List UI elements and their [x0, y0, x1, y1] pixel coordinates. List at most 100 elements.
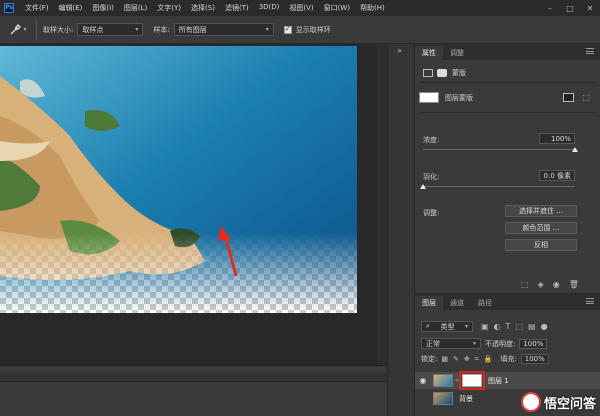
apply-mask-icon[interactable]: ◈	[538, 280, 544, 289]
tab-channels[interactable]: 通道	[443, 296, 471, 310]
feather-slider-thumb[interactable]	[420, 184, 426, 189]
status-bar	[0, 365, 387, 373]
chevron-down-icon: ▾	[135, 26, 139, 33]
tab-paths[interactable]: 路径	[471, 296, 499, 310]
feather-slider-track[interactable]	[423, 186, 575, 187]
load-selection-icon[interactable]: ⬚	[521, 280, 529, 289]
properties-tabs: 属性 调整	[415, 44, 600, 60]
layer-filter-select[interactable]: ⌕ 类型 ▾	[421, 321, 473, 332]
blend-mode-value: 正常	[426, 339, 440, 348]
menu-item[interactable]: 滤镜(T)	[220, 3, 254, 13]
layer-mask-label: 图层蒙版	[445, 93, 473, 102]
lock-all-icon[interactable]: 🔒	[484, 355, 493, 364]
filter-toggle-icon[interactable]: ●	[541, 322, 548, 331]
density-slider-thumb[interactable]	[572, 147, 578, 152]
sample-size-select[interactable]: 取样点 ▾	[77, 23, 144, 36]
sample-size-label: 取样大小:	[43, 25, 74, 34]
filter-pixel-icon[interactable]: ▣	[481, 322, 489, 331]
layer-name: 背景	[459, 394, 473, 403]
add-vector-mask-icon[interactable]: ⬚	[582, 93, 590, 102]
mask-thumbnail[interactable]	[419, 92, 439, 103]
eye-icon[interactable]: ◉	[417, 376, 429, 385]
window-controls: – □ ✕	[540, 0, 600, 16]
eyedropper-tool-icon[interactable]: ▾	[6, 20, 30, 40]
filter-shape-icon[interactable]: ⬚	[515, 322, 523, 331]
menu-item[interactable]: 帮助(H)	[355, 3, 390, 13]
lock-label: 锁定:	[421, 355, 438, 363]
bottom-panel	[0, 381, 387, 416]
menu-item[interactable]: 文字(Y)	[152, 3, 186, 13]
menu-item[interactable]: 文件(F)	[20, 3, 54, 13]
lock-position-icon[interactable]: ✥	[464, 355, 470, 364]
tab-adjustments[interactable]: 调整	[443, 46, 471, 60]
panel-menu-icon[interactable]	[586, 48, 594, 54]
show-ring-checkbox[interactable]: ✓	[283, 25, 292, 34]
mask-title: 蒙版	[452, 69, 466, 77]
minimize-button[interactable]: –	[540, 0, 560, 16]
fill-field[interactable]: 100%	[520, 354, 549, 364]
vertical-scrollbar[interactable]	[377, 44, 387, 374]
chevron-down-icon: ▾	[472, 340, 476, 347]
pixel-mask-icon[interactable]	[423, 69, 433, 77]
maximize-button[interactable]: □	[560, 0, 580, 16]
sample-size-value: 取样点	[82, 25, 104, 34]
blend-mode-select[interactable]: 正常 ▾	[421, 338, 481, 349]
tab-layers[interactable]: 图层	[415, 296, 443, 310]
properties-panel: 属性 调整 蒙版 图层蒙版 ⬚ 浓度: 100% 羽化: 0.0 像素 调整: …	[415, 44, 600, 292]
filter-type-icon[interactable]: T	[506, 322, 511, 331]
filter-smart-icon[interactable]: ▤	[528, 322, 536, 331]
menu-item[interactable]: 3D(D)	[254, 3, 285, 13]
layer-thumbnail	[433, 392, 453, 405]
close-button[interactable]: ✕	[580, 0, 600, 16]
menu-item[interactable]: 视图(V)	[284, 3, 318, 13]
show-ring-label: 显示取样环	[295, 25, 331, 34]
layer-thumbnail	[433, 374, 453, 387]
search-icon: ⌕	[426, 322, 430, 330]
density-field[interactable]: 100%	[539, 133, 575, 144]
menu-item[interactable]: 选择(S)	[186, 3, 220, 13]
sample-value: 所有图层	[178, 25, 207, 34]
opacity-label: 不透明度:	[485, 339, 516, 348]
layer-row[interactable]: ◉ ∞ 图层 1	[415, 371, 600, 390]
collapse-panels-icon[interactable]: »	[397, 46, 402, 55]
density-label: 浓度:	[423, 136, 440, 144]
document-image[interactable]	[0, 46, 357, 313]
lock-transparent-icon[interactable]: ▦	[441, 355, 448, 364]
link-icon: ∞	[455, 377, 460, 384]
watermark: 悟空问答	[520, 392, 596, 412]
chevron-down-icon: ▾	[265, 26, 269, 33]
layers-tabs: 图层 通道 路径	[415, 294, 600, 310]
menu-item[interactable]: 图层(L)	[119, 3, 152, 13]
tab-properties[interactable]: 属性	[415, 46, 443, 60]
layer-filter-value: 类型	[440, 322, 455, 331]
panel-menu-icon[interactable]	[586, 298, 594, 304]
lock-image-icon[interactable]: ✎	[453, 355, 459, 364]
watermark-text: 悟空问答	[543, 396, 596, 412]
lock-artboard-icon[interactable]: ⌗	[475, 355, 479, 364]
vector-mask-icon[interactable]	[437, 69, 447, 77]
menu-item[interactable]: 编辑(E)	[54, 3, 88, 13]
select-and-mask-button[interactable]: 选择并遮住 ...	[505, 205, 577, 217]
invert-button[interactable]: 反相	[505, 239, 577, 251]
density-slider-track[interactable]	[423, 149, 575, 150]
adjust-label: 调整:	[423, 209, 440, 217]
layer-name: 图层 1	[488, 376, 509, 385]
sample-select[interactable]: 所有图层 ▾	[173, 23, 274, 36]
menu-list: 文件(F) 编辑(E) 图像(I) 图层(L) 文字(Y) 选择(S) 滤镜(T) 3D(D)…	[20, 3, 390, 13]
checkmark-icon: ✓	[284, 25, 291, 33]
menu-item[interactable]: 图像(I)	[87, 3, 119, 13]
options-bar: ▾ 取样大小: 取样点 ▾ 样本: 所有图层 ▾ ✓ 显示取样环	[0, 16, 600, 44]
filter-adjustment-icon[interactable]: ◐	[494, 322, 501, 331]
delete-mask-icon[interactable]: 🗑	[569, 280, 579, 289]
separator	[36, 19, 37, 40]
opacity-field[interactable]: 100%	[519, 338, 548, 349]
feather-field[interactable]: 0.0 像素	[539, 170, 575, 181]
horizontal-scrollbar[interactable]	[0, 373, 387, 381]
color-range-button[interactable]: 颜色范围 ...	[505, 222, 577, 234]
menu-item[interactable]: 窗口(W)	[319, 3, 355, 13]
select-mask-icon[interactable]	[563, 93, 574, 102]
menu-bar: Ps 文件(F) 编辑(E) 图像(I) 图层(L) 文字(Y) 选择(S) 滤镜(T) 3D…	[0, 0, 600, 16]
visibility-icon[interactable]: ◉	[553, 280, 560, 289]
mask-thumbnail[interactable]	[459, 371, 485, 390]
photoshop-logo: Ps	[4, 3, 14, 13]
